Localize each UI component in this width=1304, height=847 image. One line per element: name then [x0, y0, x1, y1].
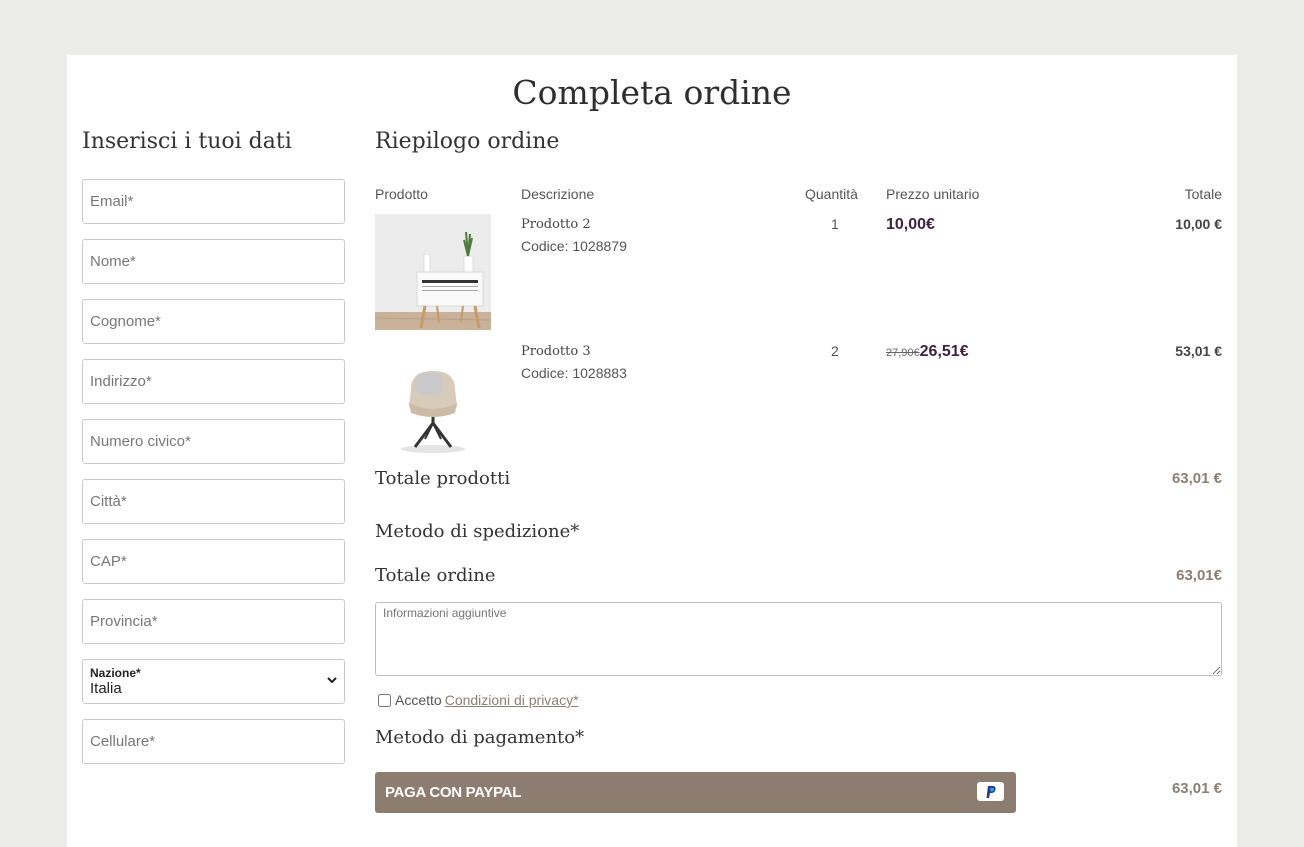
privacy-prefix: Accetto [395, 692, 442, 708]
page-title: Completa ordine [512, 73, 792, 112]
item-old-price: 27,90€ [886, 347, 920, 359]
email-field[interactable]: Email* [82, 179, 345, 224]
nazione-label: Nazione* [90, 665, 141, 680]
additional-info-textarea[interactable] [375, 602, 1222, 676]
paypal-button-label: PAGA CON PAYPAL [385, 784, 522, 801]
item-quantity: 2 [831, 343, 839, 359]
nazione-value: Italia [90, 679, 122, 697]
citta-placeholder: Città* [90, 493, 127, 510]
payment-total-value: 63,01 € [1171, 780, 1222, 797]
indirizzo-field[interactable]: Indirizzo* [82, 359, 345, 404]
indirizzo-placeholder: Indirizzo* [90, 373, 152, 390]
checkout-card: Completa ordine Inserisci i tuoi dati Em… [67, 55, 1237, 847]
item-quantity: 1 [831, 216, 839, 232]
item-name: Prodotto 3 [521, 344, 591, 359]
cap-field[interactable]: CAP* [82, 539, 345, 584]
order-summary-heading: Riepilogo ordine [375, 129, 560, 154]
cellulare-placeholder: Cellulare* [90, 733, 156, 750]
products-total-value: 63,01 € [1171, 470, 1222, 487]
nazione-select[interactable]: Nazione* Italia [82, 659, 345, 704]
nome-placeholder: Nome* [90, 253, 136, 270]
provincia-field[interactable]: Provincia* [82, 599, 345, 644]
column-header-description: Descrizione [521, 186, 595, 202]
item-price: 26,51€ [919, 343, 969, 360]
paypal-button[interactable]: PAGA CON PAYPAL [375, 772, 1016, 813]
products-total-label: Totale prodotti [375, 468, 511, 489]
customer-form-heading: Inserisci i tuoi dati [82, 129, 292, 154]
column-header-quantity: Quantità [805, 186, 858, 202]
citta-field[interactable]: Città* [82, 479, 345, 524]
provincia-placeholder: Provincia* [90, 613, 158, 630]
column-header-unit-price: Prezzo unitario [886, 186, 980, 202]
numero-civico-field[interactable]: Numero civico* [82, 419, 345, 464]
column-header-total: Totale [1184, 186, 1222, 202]
privacy-checkbox[interactable] [378, 693, 391, 707]
item-name: Prodotto 2 [521, 217, 591, 232]
order-total-label: Totale ordine [375, 565, 496, 586]
payment-method-label: Metodo di pagamento* [375, 727, 585, 748]
item-total: 10,00 € [1175, 216, 1222, 232]
cap-placeholder: CAP* [90, 553, 127, 570]
item-code: Codice: 1028879 [521, 238, 627, 254]
product-image-armchair [375, 341, 491, 457]
item-price: 10,00€ [886, 216, 935, 233]
privacy-link[interactable]: Condizioni di privacy* [445, 692, 579, 708]
cognome-field[interactable]: Cognome* [82, 299, 345, 344]
shipping-method-label: Metodo di spedizione* [375, 521, 580, 542]
item-code: Codice: 1028883 [521, 365, 627, 381]
item-price-group: 27,90€ 26,51€ [886, 343, 969, 361]
cognome-placeholder: Cognome* [90, 313, 161, 330]
numero-civico-placeholder: Numero civico* [90, 433, 191, 450]
order-total-value: 63,01€ [1176, 567, 1222, 584]
item-total: 53,01 € [1175, 343, 1222, 359]
column-header-product: Prodotto [375, 186, 428, 202]
privacy-consent: Accetto Condizioni di privacy* [378, 692, 579, 708]
nome-field[interactable]: Nome* [82, 239, 345, 284]
chevron-down-icon [326, 673, 338, 689]
cellulare-field[interactable]: Cellulare* [82, 719, 345, 764]
product-image-nightstand [375, 214, 491, 330]
paypal-icon [977, 782, 1004, 801]
email-placeholder: Email* [90, 193, 134, 210]
